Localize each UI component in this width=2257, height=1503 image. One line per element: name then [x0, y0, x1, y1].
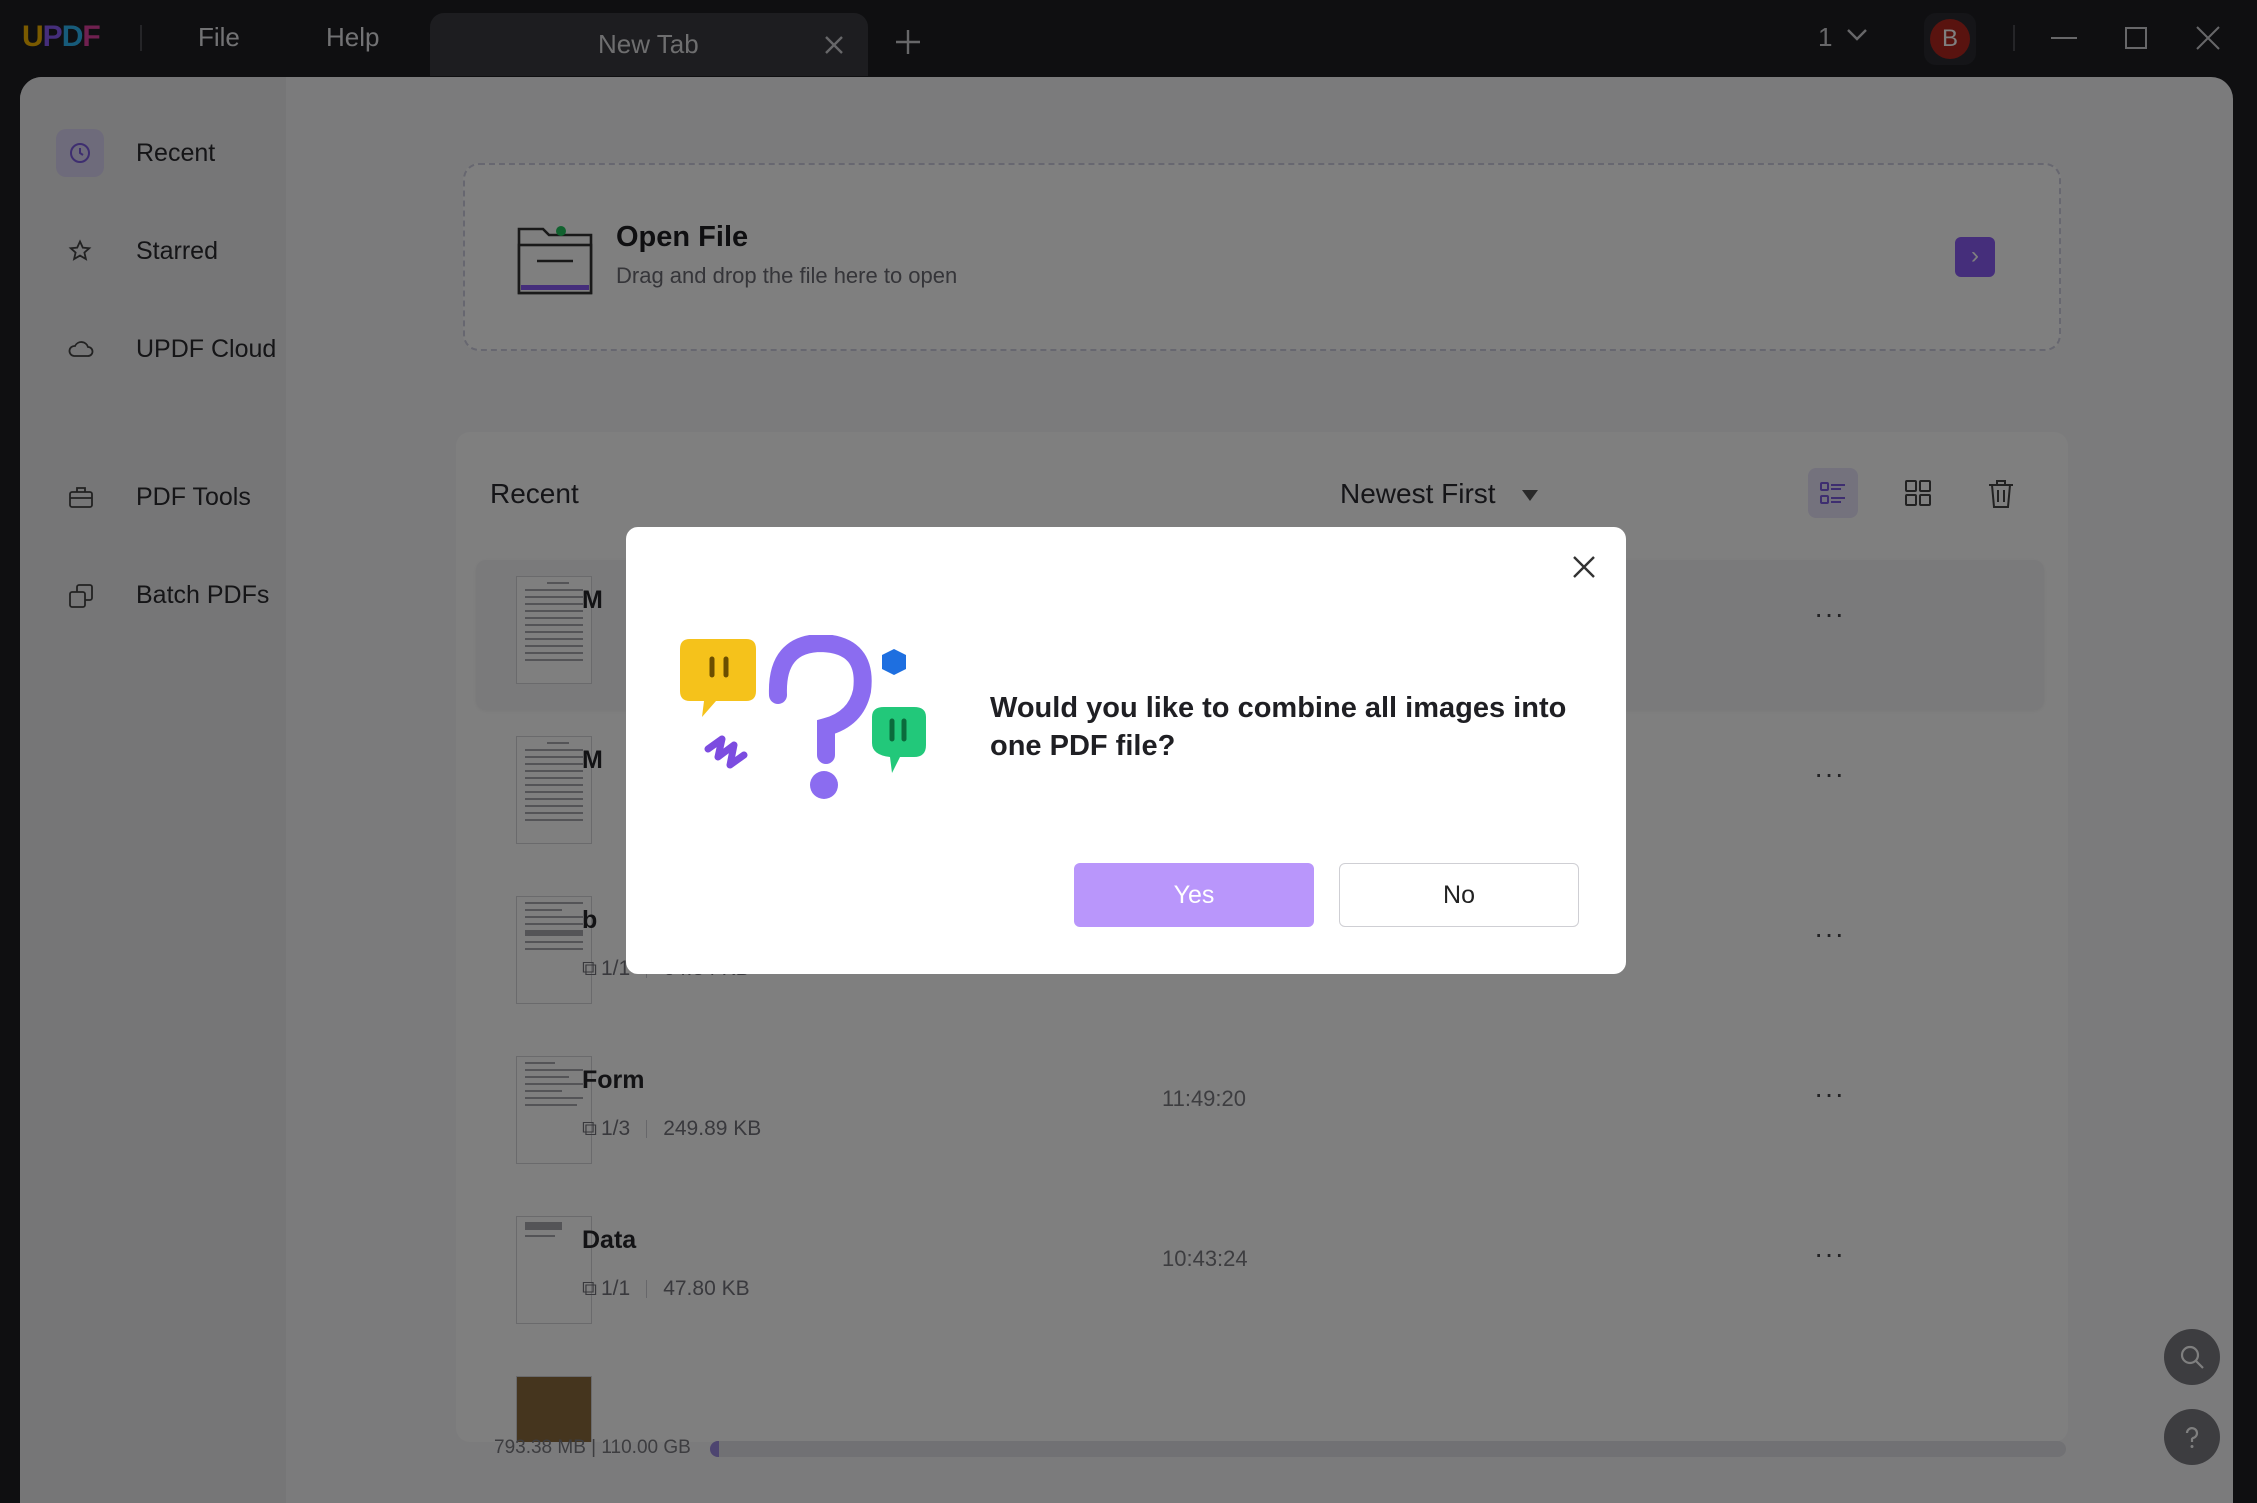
modal-overlay: Would you like to combine all images int… — [0, 0, 2257, 1503]
no-button[interactable]: No — [1339, 863, 1579, 927]
dialog-message: Would you like to combine all images int… — [990, 692, 1567, 762]
combine-images-dialog: Would you like to combine all images int… — [626, 527, 1626, 974]
question-illustration-icon — [680, 635, 926, 799]
yes-button[interactable]: Yes — [1074, 863, 1314, 927]
close-icon[interactable] — [1566, 549, 1602, 585]
